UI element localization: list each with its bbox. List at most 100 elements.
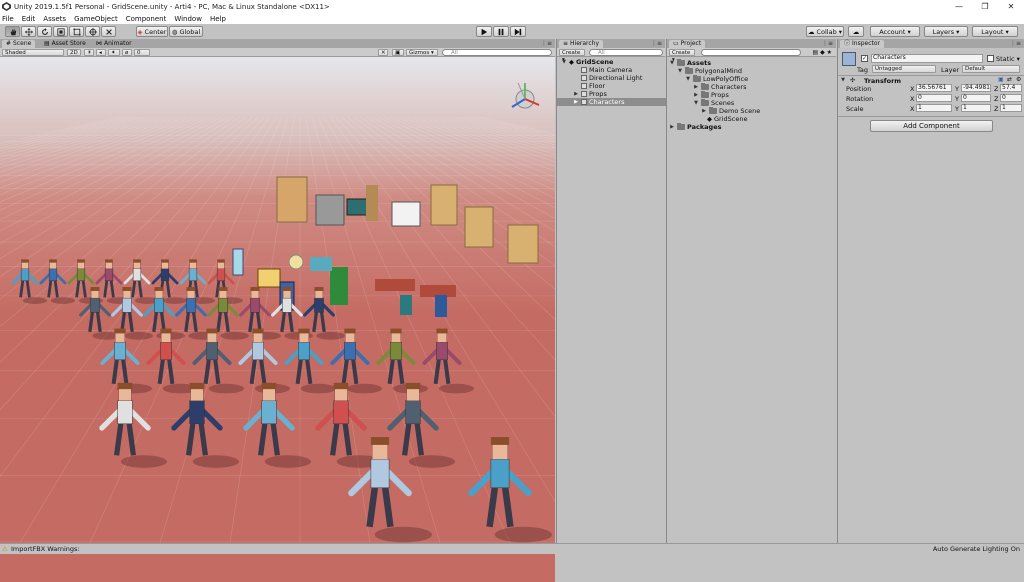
panel-menu-icon[interactable]: ⋮≡ — [541, 40, 552, 47]
hierarchy-panel-menu-icon[interactable]: ⋮≡ — [651, 40, 662, 47]
inspector-panel-menu-icon[interactable]: ⋮≡ — [1010, 40, 1021, 47]
close-button[interactable]: ✕ — [998, 0, 1024, 13]
hierarchy-item-props[interactable]: ▶ Props — [573, 90, 666, 98]
transform-tool-button[interactable] — [85, 26, 100, 37]
pause-button[interactable] — [493, 26, 509, 37]
tab-project[interactable]: ▭ Project — [669, 40, 706, 48]
expanded-arrow-icon[interactable]: ▼ — [840, 77, 846, 83]
tab-asset-store[interactable]: ▤ Asset Store — [40, 40, 90, 48]
collapsed-arrow-icon[interactable]: ▶ — [701, 107, 707, 115]
static-dropdown[interactable]: Static ▾ — [996, 55, 1020, 63]
layout-dropdown[interactable]: Layout ▾ — [972, 26, 1018, 37]
audio-toggle[interactable]: ◂ — [96, 49, 106, 56]
rotation-x-field[interactable]: 0 — [916, 94, 952, 102]
hierarchy-item-floor[interactable]: Floor — [581, 82, 666, 90]
scale-z-field[interactable]: 1 — [1000, 104, 1022, 112]
layer-dropdown[interactable]: Default — [962, 65, 1020, 73]
shading-mode-dropdown[interactable]: Shaded — [2, 49, 64, 56]
gizmos-dropdown[interactable]: Gizmos ▾ — [406, 49, 438, 56]
status-message[interactable]: ImportFBX Warnings: — [11, 544, 80, 554]
scene-viewport[interactable] — [0, 57, 555, 582]
project-item-assets[interactable]: ▼ Assets — [669, 59, 711, 67]
collapsed-arrow-icon[interactable]: ▶ — [669, 123, 675, 131]
scale-y-field[interactable]: 1 — [961, 104, 991, 112]
project-item-demo-scene[interactable]: ▶ Demo Scene — [701, 107, 760, 115]
project-item-props[interactable]: ▶ Props — [693, 91, 729, 99]
visibility-toggle[interactable]: ø — [122, 49, 132, 56]
expanded-arrow-icon[interactable]: ▼ — [669, 59, 675, 67]
position-x-field[interactable]: 36.56761 — [916, 84, 952, 92]
hand-tool-button[interactable] — [5, 26, 20, 37]
collapsed-arrow-icon[interactable]: ▶ — [693, 83, 699, 91]
hierarchy-scene-root[interactable]: ▼ ◆ GridScene — [561, 58, 666, 66]
hierarchy-search-input[interactable]: All — [589, 49, 663, 56]
project-item-gridscene[interactable]: ◆ GridScene — [707, 115, 747, 123]
project-item-characters[interactable]: ▶ Characters — [693, 83, 746, 91]
collapsed-arrow-icon[interactable]: ▶ — [693, 91, 699, 99]
expanded-arrow-icon[interactable]: ▼ — [685, 75, 691, 83]
minimize-button[interactable]: — — [946, 0, 972, 13]
collapsed-arrow-icon[interactable]: ▶ — [573, 98, 579, 106]
position-y-field[interactable]: -94.4981 — [961, 84, 991, 92]
filter-icons[interactable]: ▤ ◆ ★ — [813, 49, 832, 56]
menu-file[interactable]: File — [2, 15, 14, 23]
space-toggle[interactable]: ◍ Global — [169, 26, 203, 37]
layers-dropdown[interactable]: Layers ▾ — [924, 26, 968, 37]
rect-tool-button[interactable] — [69, 26, 84, 37]
expanded-arrow-icon[interactable]: ▼ — [677, 67, 683, 75]
menu-edit[interactable]: Edit — [22, 15, 36, 23]
project-item-polygonalmind[interactable]: ▼ PolygonalMind — [677, 67, 742, 75]
add-component-button[interactable]: Add Component — [870, 120, 993, 132]
menu-help[interactable]: Help — [210, 15, 226, 23]
tab-inspector[interactable]: ⓘ Inspector — [840, 40, 885, 48]
project-item-scenes[interactable]: ▼ Scenes — [693, 99, 734, 107]
component-settings-icon[interactable]: ⚙ — [1016, 76, 1021, 83]
menu-gameobject[interactable]: GameObject — [74, 15, 118, 23]
rotate-tool-button[interactable] — [37, 26, 52, 37]
pivot-toggle[interactable]: ◈ Center — [136, 26, 168, 37]
orientation-gizmo[interactable] — [511, 82, 540, 109]
scale-tool-button[interactable] — [53, 26, 68, 37]
component-preset-icon[interactable]: ⇄ — [1007, 76, 1012, 83]
menu-component[interactable]: Component — [126, 15, 167, 23]
scale-x-field[interactable]: 1 — [916, 104, 952, 112]
object-name-field[interactable]: Characters — [871, 54, 983, 63]
hierarchy-item-characters[interactable]: ▶ Characters — [557, 98, 666, 106]
camera-settings-button[interactable]: ▣ — [392, 49, 404, 56]
expanded-arrow-icon[interactable]: ▼ — [693, 99, 699, 107]
lighting-toggle[interactable]: ☀ — [84, 49, 94, 56]
tools-settings-button[interactable]: ✕ — [378, 49, 388, 56]
2d-toggle[interactable]: 2D — [67, 49, 81, 56]
maximize-button[interactable]: ❐ — [972, 0, 998, 13]
active-checkbox[interactable]: ✓ — [861, 55, 868, 62]
move-tool-button[interactable] — [21, 26, 36, 37]
static-checkbox[interactable] — [987, 55, 994, 62]
menu-window[interactable]: Window — [174, 15, 202, 23]
project-item-lowpolyoffice[interactable]: ▼ LowPolyOffice — [685, 75, 748, 83]
hierarchy-create-dropdown[interactable]: Create ▾ — [559, 49, 585, 63]
transform-header[interactable]: ▼ ✣ Transform ▣ ⇄ ⚙ — [838, 75, 1024, 85]
scene-search-input[interactable]: All — [442, 49, 552, 56]
rotation-y-field[interactable]: 0 — [961, 94, 991, 102]
hierarchy-item-directional-light[interactable]: Directional Light — [581, 74, 666, 82]
project-item-packages[interactable]: ▶ Packages — [669, 123, 721, 131]
project-panel-menu-icon[interactable]: ⋮≡ — [822, 40, 833, 47]
custom-tool-button[interactable] — [101, 26, 116, 37]
tab-scene[interactable]: # Scene — [2, 40, 36, 48]
collab-button[interactable]: ☁ Collab ▾ — [806, 26, 844, 37]
play-button[interactable] — [476, 26, 492, 37]
account-dropdown[interactable]: Account ▾ — [870, 26, 920, 37]
hierarchy-item-main-camera[interactable]: Main Camera — [581, 66, 666, 74]
collapsed-arrow-icon[interactable]: ▶ — [573, 90, 579, 98]
tab-hierarchy[interactable]: ≡ Hierarchy — [559, 40, 604, 48]
position-z-field[interactable]: 57.4 — [1000, 84, 1022, 92]
step-button[interactable] — [510, 26, 526, 37]
project-search-input[interactable] — [701, 49, 801, 56]
effects-toggle[interactable]: ✦ — [108, 49, 120, 56]
cloud-services-button[interactable]: ☁ — [848, 26, 864, 37]
project-create-dropdown[interactable]: Create ▾ — [669, 49, 695, 63]
tag-dropdown[interactable]: Untagged — [872, 65, 936, 73]
hidden-count-toggle[interactable]: 0 — [134, 49, 150, 56]
menu-assets[interactable]: Assets — [43, 15, 66, 23]
tab-animator[interactable]: ⋈ Animator — [92, 40, 136, 48]
